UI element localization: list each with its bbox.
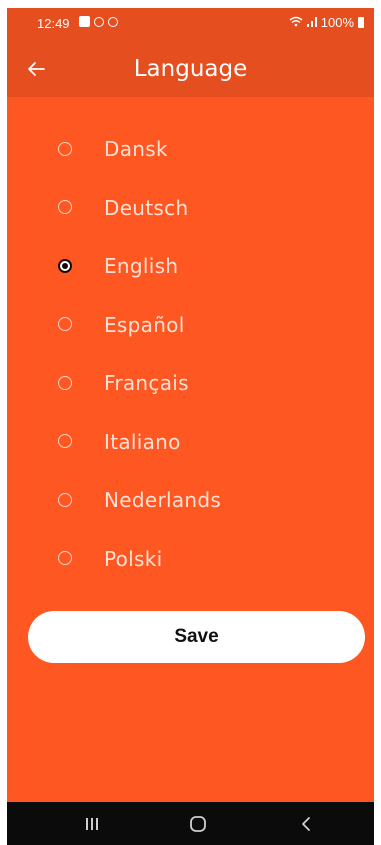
status-right: 100% xyxy=(289,15,364,30)
back-icon xyxy=(302,817,310,831)
signal-icon xyxy=(306,15,317,30)
radio-button[interactable] xyxy=(58,551,72,566)
radio-button-selected[interactable] xyxy=(58,258,72,273)
language-option-italiano[interactable]: Italiano xyxy=(7,413,374,472)
notification-icons xyxy=(79,16,118,27)
language-option-english[interactable]: English xyxy=(7,237,374,296)
settings-notification-icon xyxy=(108,16,118,27)
battery-icon xyxy=(358,17,364,28)
language-option-deutsch[interactable]: Deutsch xyxy=(7,179,374,238)
wifi-icon xyxy=(289,15,303,30)
radio-button[interactable] xyxy=(58,492,72,507)
language-list: Dansk Deutsch English Español Français I… xyxy=(7,120,374,588)
language-label: Español xyxy=(104,312,185,337)
language-option-espanol[interactable]: Español xyxy=(7,296,374,355)
home-button[interactable] xyxy=(183,812,213,836)
language-label: Dansk xyxy=(104,137,168,162)
gallery-icon xyxy=(79,16,90,27)
radio-button[interactable] xyxy=(58,141,72,156)
radio-button[interactable] xyxy=(58,317,72,332)
status-time: 12:49 xyxy=(37,16,70,31)
language-option-dansk[interactable]: Dansk xyxy=(7,120,374,179)
radio-button[interactable] xyxy=(58,434,72,449)
page-title: Language xyxy=(133,56,248,82)
radio-button[interactable] xyxy=(58,200,72,215)
app-notification-icon xyxy=(94,16,104,27)
language-label: Polski xyxy=(104,546,163,571)
language-label: Italiano xyxy=(104,429,181,454)
battery-percent: 100% xyxy=(320,15,354,30)
language-label: Français xyxy=(104,371,189,396)
nav-back-button[interactable] xyxy=(291,812,321,836)
navigation-bar xyxy=(7,802,374,845)
language-option-francais[interactable]: Français xyxy=(7,354,374,413)
home-icon xyxy=(190,816,206,832)
recent-apps-icon xyxy=(86,818,98,830)
status-bar: 12:49 100% xyxy=(7,8,374,40)
language-option-nederlands[interactable]: Nederlands xyxy=(7,471,374,530)
language-option-polski[interactable]: Polski xyxy=(7,530,374,589)
screen: 12:49 100% Language Dansk Deutsch Englis… xyxy=(7,8,374,845)
radio-button[interactable] xyxy=(58,375,72,390)
language-label: Deutsch xyxy=(104,195,189,220)
save-button[interactable]: Save xyxy=(28,611,365,663)
recent-apps-button[interactable] xyxy=(77,812,107,836)
app-bar: Language xyxy=(7,40,374,97)
language-label: English xyxy=(104,254,179,279)
language-label: Nederlands xyxy=(104,488,222,513)
